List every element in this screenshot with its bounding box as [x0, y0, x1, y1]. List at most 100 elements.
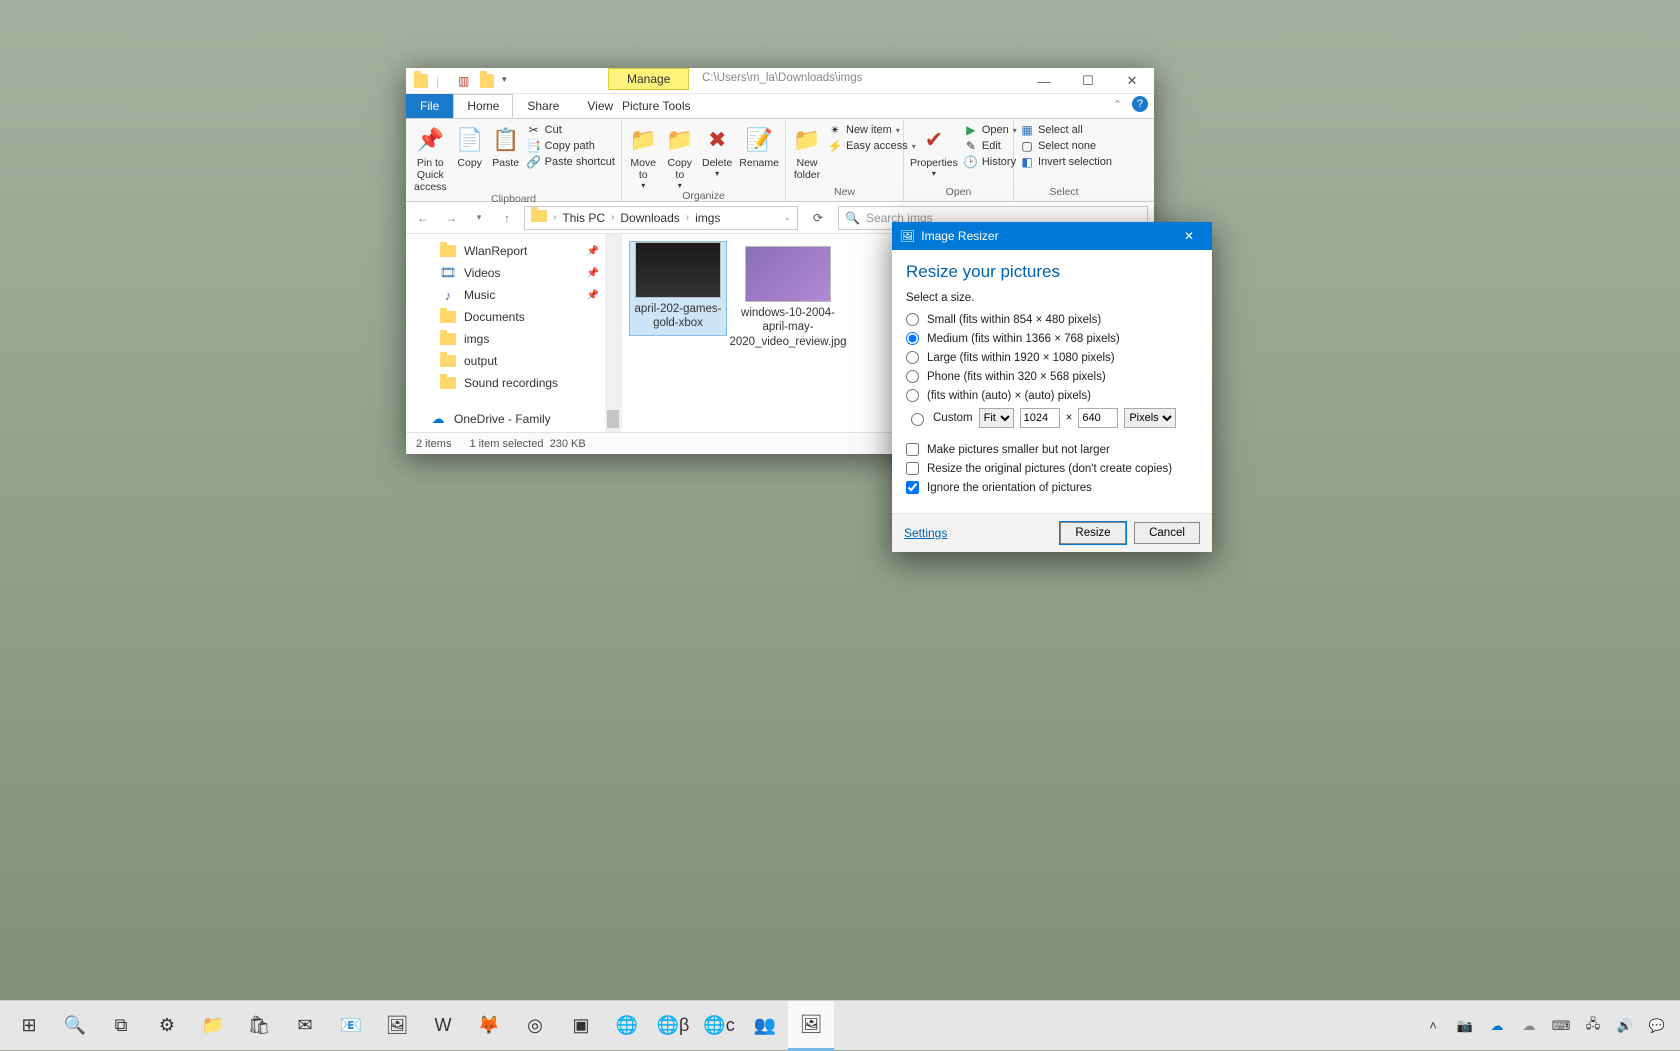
delete-button[interactable]: ✖Delete▾: [701, 123, 733, 190]
size-radio[interactable]: [906, 332, 919, 345]
folder-icon[interactable]: [480, 74, 494, 88]
new-folder-button[interactable]: 📁New folder: [792, 123, 822, 186]
option-checkbox-row[interactable]: Resize the original pictures (don't crea…: [906, 459, 1198, 478]
nav-item[interactable]: Sound recordings: [410, 372, 617, 394]
custom-height-input[interactable]: [1078, 408, 1118, 428]
taskbar-settings-button[interactable]: ⚙: [144, 1001, 190, 1051]
paste-shortcut-button[interactable]: 🔗Paste shortcut: [527, 155, 615, 169]
tab-home[interactable]: Home: [453, 94, 513, 118]
chevron-right-icon[interactable]: ›: [686, 212, 689, 223]
breadcrumb-segment[interactable]: imgs: [695, 211, 720, 225]
size-option[interactable]: Medium (fits within 1366 × 768 pixels): [906, 329, 1198, 348]
option-checkbox-row[interactable]: Ignore the orientation of pictures: [906, 478, 1198, 497]
copy-path-button[interactable]: 📑Copy path: [527, 139, 615, 153]
tray-overflow-icon[interactable]: ˄: [1424, 1017, 1442, 1035]
cut-button[interactable]: ✂Cut: [527, 123, 615, 137]
taskbar-firefox-button[interactable]: 🦊: [466, 1001, 512, 1051]
taskbar-taskview-button[interactable]: ⧉: [98, 1001, 144, 1051]
tab-share[interactable]: Share: [513, 94, 573, 118]
taskbar-start-button[interactable]: ⊞: [6, 1001, 52, 1051]
tab-picture-tools[interactable]: Picture Tools: [608, 94, 704, 118]
nav-up-button[interactable]: ↑: [496, 207, 518, 229]
nav-item[interactable]: imgs: [410, 328, 617, 350]
chevron-right-icon[interactable]: ›: [611, 212, 614, 223]
nav-item[interactable]: ☁OneDrive - Family: [410, 408, 617, 430]
file-item[interactable]: windows-10-2004-april-may-2020_video_rev…: [740, 242, 836, 353]
dialog-close-button[interactable]: ✕: [1174, 229, 1204, 243]
new-item-button[interactable]: ✴New item ▾: [828, 123, 916, 137]
breadcrumb[interactable]: › This PC › Downloads › imgs ⌄: [524, 206, 798, 230]
nav-recent-dropdown[interactable]: ▾: [468, 207, 490, 229]
size-radio[interactable]: [906, 351, 919, 364]
nav-item[interactable]: Documents: [410, 306, 617, 328]
tray-network-icon[interactable]: 🖧: [1584, 1017, 1602, 1035]
taskbar-chrome-button[interactable]: ◎: [512, 1001, 558, 1051]
collapse-ribbon-icon[interactable]: ⌃: [1113, 98, 1122, 111]
fit-mode-select[interactable]: Fit: [979, 408, 1014, 428]
taskbar-terminal-button[interactable]: ▣: [558, 1001, 604, 1051]
edit-button[interactable]: ✎Edit: [964, 139, 1017, 153]
tab-file[interactable]: File: [406, 94, 453, 118]
nav-item[interactable]: output: [410, 350, 617, 372]
history-button[interactable]: 🕑History: [964, 155, 1017, 169]
nav-scrollbar[interactable]: [605, 234, 621, 432]
unit-select[interactable]: Pixels: [1124, 408, 1176, 428]
option-checkbox[interactable]: [906, 462, 919, 475]
nav-item[interactable]: ♪Music📌: [410, 284, 617, 306]
copy-to-button[interactable]: 📁Copy to▾: [665, 123, 696, 190]
select-none-button[interactable]: ▢Select none: [1020, 139, 1112, 153]
tray-volume-icon[interactable]: 🔊: [1616, 1017, 1634, 1035]
chevron-right-icon[interactable]: ›: [553, 212, 556, 223]
taskbar-mail-button[interactable]: ✉: [282, 1001, 328, 1051]
scrollbar-thumb[interactable]: [607, 410, 619, 428]
size-option[interactable]: Small (fits within 854 × 480 pixels): [906, 310, 1198, 329]
taskbar-imageresizer-button[interactable]: 🖼: [788, 1001, 834, 1051]
file-item[interactable]: ✓april-202-games-gold-xbox: [630, 242, 726, 335]
close-button[interactable]: ✕: [1110, 68, 1154, 94]
rename-button[interactable]: 📝Rename: [739, 123, 779, 190]
custom-width-input[interactable]: [1020, 408, 1060, 428]
pin-quick-access-button[interactable]: 📌Pin to Quick access: [412, 123, 449, 193]
option-checkbox-row[interactable]: Make pictures smaller but not larger: [906, 440, 1198, 459]
open-button[interactable]: ▶Open ▾: [964, 123, 1017, 137]
tray-notifications-icon[interactable]: 💬: [1648, 1017, 1666, 1035]
breadcrumb-segment[interactable]: Downloads: [620, 211, 679, 225]
taskbar-explorer-button[interactable]: 📁: [190, 1001, 236, 1051]
tray-onedrive2-icon[interactable]: ☁: [1520, 1017, 1538, 1035]
contextual-tab-manage[interactable]: Manage: [608, 68, 689, 90]
tray-screenshot-icon[interactable]: 📷: [1456, 1017, 1474, 1035]
minimize-button[interactable]: —: [1022, 68, 1066, 94]
taskbar-edge-beta-button[interactable]: 🌐β: [650, 1001, 696, 1051]
taskbar-outlook-button[interactable]: 📧: [328, 1001, 374, 1051]
nav-item[interactable]: WlanReport📌: [410, 240, 617, 262]
resize-button[interactable]: Resize: [1060, 522, 1126, 544]
tray-onedrive-icon[interactable]: ☁: [1488, 1017, 1506, 1035]
option-checkbox[interactable]: [906, 481, 919, 494]
breadcrumb-history-dropdown[interactable]: ⌄: [783, 212, 791, 223]
refresh-button[interactable]: ⟳: [804, 211, 832, 225]
taskbar-edge-canary-button[interactable]: 🌐c: [696, 1001, 742, 1051]
settings-link[interactable]: Settings: [904, 526, 947, 540]
nav-back-button[interactable]: ←: [412, 207, 434, 229]
nav-forward-button[interactable]: →: [440, 207, 462, 229]
maximize-button[interactable]: ☐: [1066, 68, 1110, 94]
option-checkbox[interactable]: [906, 443, 919, 456]
invert-selection-button[interactable]: ◧Invert selection: [1020, 155, 1112, 169]
taskbar-search-button[interactable]: 🔍: [52, 1001, 98, 1051]
size-radio[interactable]: [906, 389, 919, 402]
taskbar-word-button[interactable]: W: [420, 1001, 466, 1051]
customize-qat-icon[interactable]: ▾: [502, 74, 516, 88]
paste-button[interactable]: 📋Paste: [491, 123, 521, 193]
size-option[interactable]: Phone (fits within 320 × 568 pixels): [906, 367, 1198, 386]
easy-access-button[interactable]: ⚡Easy access ▾: [828, 139, 916, 153]
size-custom-radio[interactable]: [911, 413, 924, 426]
properties-icon[interactable]: ▥: [458, 74, 472, 88]
properties-button[interactable]: ✔Properties▾: [910, 123, 958, 186]
move-to-button[interactable]: 📁Move to▾: [628, 123, 659, 190]
size-option[interactable]: (fits within (auto) × (auto) pixels): [906, 386, 1198, 405]
tray-keyboard-icon[interactable]: ⌨: [1552, 1017, 1570, 1035]
size-radio[interactable]: [906, 370, 919, 383]
help-icon[interactable]: ?: [1132, 96, 1148, 112]
taskbar-photos-button[interactable]: 🖼: [374, 1001, 420, 1051]
cancel-button[interactable]: Cancel: [1134, 522, 1200, 544]
